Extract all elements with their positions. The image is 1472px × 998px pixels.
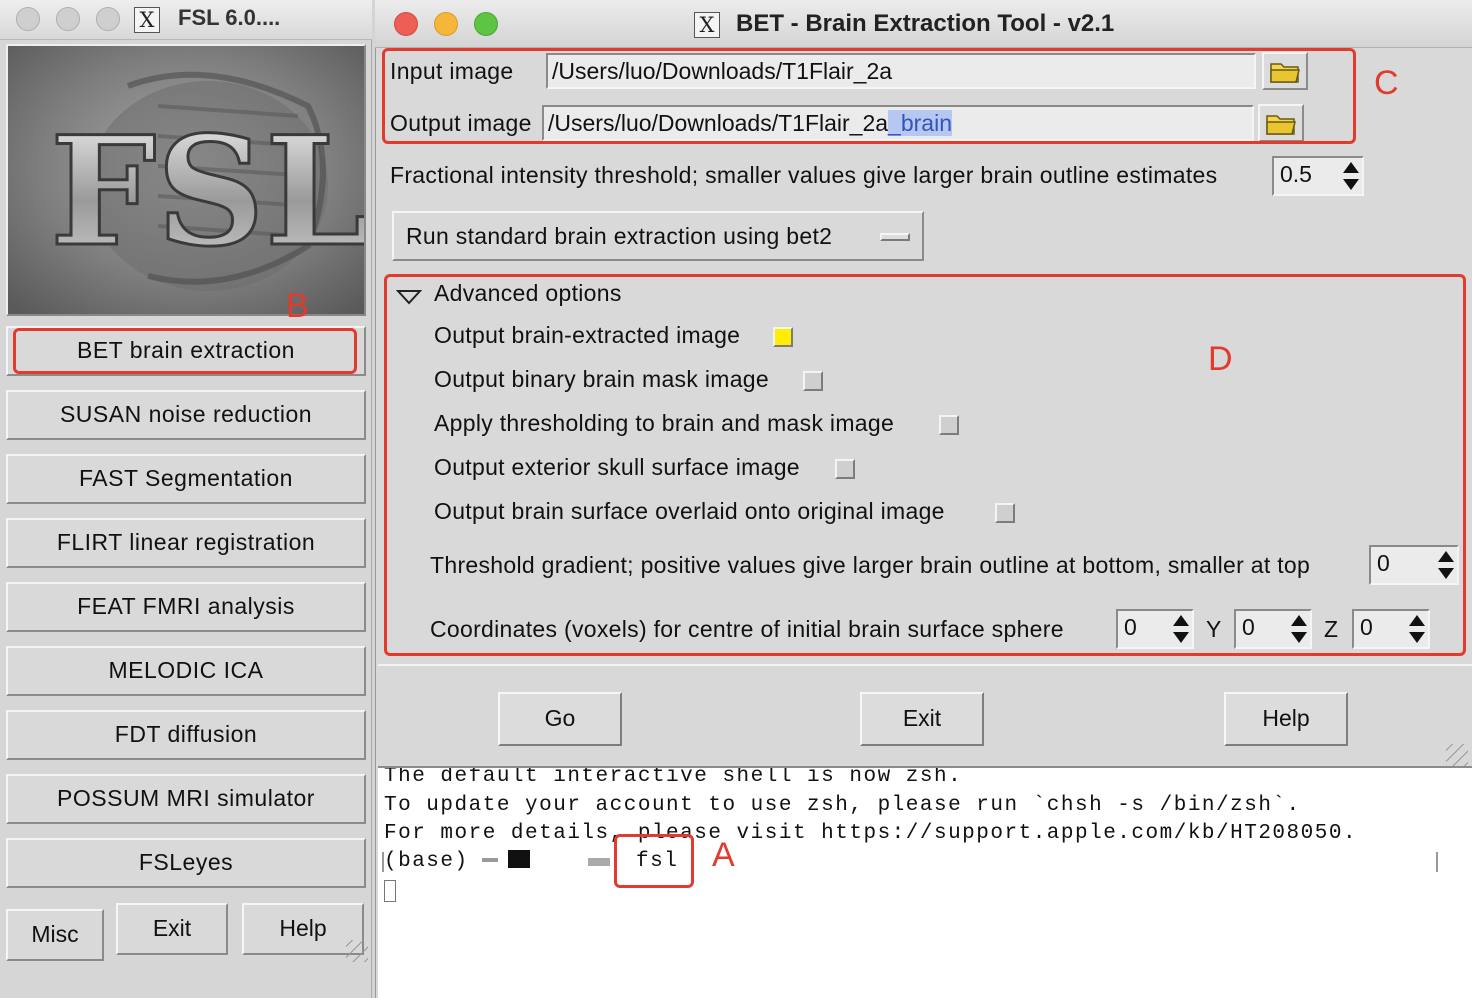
fsl-window-title: FSL 6.0.... (178, 5, 281, 30)
feat-fmri-analysis-button[interactable]: FEAT FMRI analysis (6, 582, 366, 632)
fast-segmentation-button[interactable]: FAST Segmentation (6, 454, 366, 504)
annotation-box-a (614, 834, 694, 888)
terminal-bracket (1436, 852, 1438, 872)
redacted-username (508, 850, 530, 868)
fdt-diffusion-button[interactable]: FDT diffusion (6, 710, 366, 760)
terminal-prompt: (base) (384, 850, 469, 873)
x11-icon: X (134, 7, 160, 33)
resize-grip[interactable] (1446, 744, 1468, 766)
terminal-line: For more details, please visit https://s… (384, 822, 1358, 845)
annotation-label-b: B (286, 287, 309, 325)
melodic-ica-button[interactable]: MELODIC ICA (6, 646, 366, 696)
fsl-exit-button[interactable]: Exit (116, 903, 228, 955)
annotation-box-c (382, 48, 1356, 144)
terminal-line: To update your account to use zsh, pleas… (384, 794, 1301, 817)
zoom-window-button[interactable] (96, 7, 120, 31)
resize-grip[interactable] (346, 940, 368, 962)
extraction-mode-dropdown[interactable]: Run standard brain extraction using bet2 (392, 211, 924, 261)
spin-arrows-icon[interactable] (1342, 160, 1360, 192)
fsl-logo-image: FSL (8, 46, 366, 314)
x11-icon: X (694, 12, 720, 38)
susan-noise-reduction-button[interactable]: SUSAN noise reduction (6, 390, 366, 440)
annotation-label-c: C (1374, 64, 1399, 102)
bet-help-button[interactable]: Help (1224, 692, 1348, 746)
misc-button[interactable]: Misc (6, 909, 104, 961)
fractional-intensity-label: Fractional intensity threshold; smaller … (390, 162, 1218, 188)
option-menu-indicator-icon (880, 233, 910, 241)
fsleyes-button[interactable]: FSLeyes (6, 838, 366, 888)
annotation-label-d: D (1208, 340, 1233, 378)
terminal-cursor (384, 880, 396, 902)
extraction-mode-value: Run standard brain extraction using bet2 (406, 223, 833, 249)
terminal-line: The default interactive shell is now zsh… (384, 768, 963, 788)
flirt-linear-registration-button[interactable]: FLIRT linear registration (6, 518, 366, 568)
annotation-box-b (13, 328, 357, 374)
possum-mri-simulator-button[interactable]: POSSUM MRI simulator (6, 774, 366, 824)
terminal-window[interactable]: The default interactive shell is now zsh… (378, 768, 1472, 998)
fsl-logo: FSL (6, 44, 366, 316)
bet-close-button[interactable] (394, 12, 418, 36)
terminal-bracket (382, 852, 384, 872)
svg-text:FSL: FSL (50, 104, 366, 280)
bet-zoom-button[interactable] (474, 12, 498, 36)
redacted-hostname (588, 858, 610, 866)
bet-window-title: BET - Brain Extraction Tool - v2.1 (736, 10, 1115, 37)
fractional-intensity-value: 0.5 (1280, 161, 1312, 187)
redacted-username (482, 858, 498, 862)
go-button[interactable]: Go (498, 692, 622, 746)
close-window-button[interactable] (16, 7, 40, 31)
bet-minimize-button[interactable] (434, 12, 458, 36)
bet-exit-button[interactable]: Exit (860, 692, 984, 746)
annotation-box-d (384, 274, 1466, 656)
annotation-label-a: A (712, 836, 735, 874)
fractional-intensity-spinbox[interactable]: 0.5 (1272, 156, 1364, 196)
minimize-window-button[interactable] (56, 7, 80, 31)
